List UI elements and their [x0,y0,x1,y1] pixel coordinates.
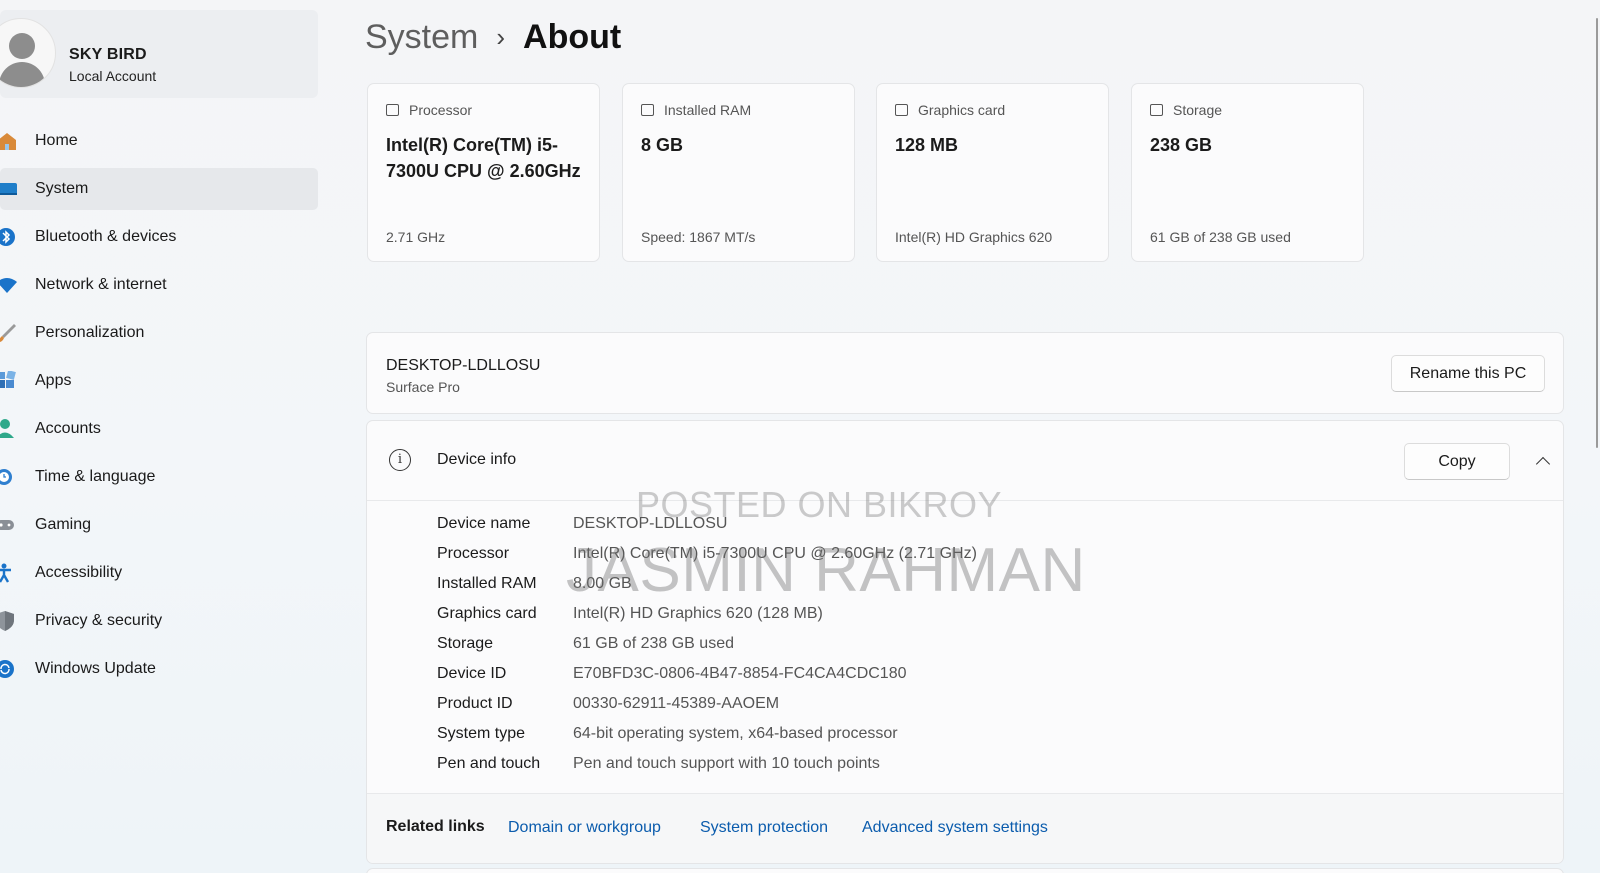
sidebar-item-privacy[interactable]: Privacy & security [0,600,318,642]
link-domain-workgroup[interactable]: Domain or workgroup [508,819,661,837]
spec-key: Processor [437,545,510,562]
sidebar-item-home[interactable]: Home [0,120,318,162]
related-links: Related links Domain or workgroup System… [367,793,1563,863]
card-value: Intel(R) Core(TM) i5-7300U CPU @ 2.60GHz [386,135,581,181]
watermark-line-2: JASMIN RAHMAN [566,536,1086,605]
home-icon [0,133,16,150]
link-advanced-system-settings[interactable]: Advanced system settings [862,819,1048,837]
sidebar-item-label: Apps [35,372,72,389]
shield-icon [0,611,14,631]
user-profile[interactable]: SKY BIRD Local Account [0,10,318,98]
system-icon [0,183,17,195]
spec-key: Installed RAM [437,575,537,592]
person-icon [0,419,14,438]
sidebar-item-label: Personalization [35,324,145,341]
avatar [0,18,56,88]
graphics-card-icon [895,104,908,116]
spec-key: Device ID [437,665,507,682]
sidebar: SKY BIRD Local Account Home System Bluet… [0,0,320,873]
copy-button[interactable]: Copy [1404,443,1510,480]
spec-key: Product ID [437,695,513,712]
graphics-card-card: Graphics card 128 MB Intel(R) HD Graphic… [876,83,1109,262]
sidebar-item-system[interactable]: System [0,168,318,210]
sidebar-item-label: Privacy & security [35,612,163,629]
breadcrumb: System › About [365,18,621,57]
sidebar-item-label: Windows Update [35,660,156,677]
bluetooth-icon [0,228,15,246]
device-info-title: Device info [437,451,517,468]
storage-card: Storage 238 GB 61 GB of 238 GB used [1131,83,1364,262]
sidebar-item-label: Network & internet [35,276,167,293]
sidebar-nav: Home System Bluetooth & devices Network … [0,120,318,696]
processor-card: Processor Intel(R) Core(TM) i5-7300U CPU… [367,83,600,262]
sidebar-item-label: Home [35,132,78,149]
pc-name-section: DESKTOP-LDLLOSU Surface Pro Rename this … [366,332,1564,414]
spec-value: 64-bit operating system, x64-based proce… [573,725,898,742]
update-icon [0,660,14,678]
related-links-label: Related links [386,818,485,835]
sidebar-item-accounts[interactable]: Accounts [0,408,318,450]
storage-icon [1150,104,1163,116]
card-caption: Graphics card [918,102,1006,118]
accessibility-icon [0,563,11,583]
spec-value: 61 GB of 238 GB used [573,635,734,652]
sidebar-item-bluetooth[interactable]: Bluetooth & devices [0,216,318,258]
sidebar-item-label: Accounts [35,420,101,437]
spec-key: Storage [437,635,494,652]
sidebar-item-label: Bluetooth & devices [35,228,177,245]
spec-value: 00330-62911-45389-AAOEM [573,695,780,712]
chevron-right-icon: › [496,22,506,52]
card-footer: Intel(R) HD Graphics 620 [895,229,1053,245]
card-caption: Installed RAM [664,102,752,118]
gamepad-icon [0,520,14,530]
pc-name: DESKTOP-LDLLOSU [386,357,541,374]
wifi-icon [0,278,17,293]
spec-value: Intel(R) HD Graphics 620 (128 MB) [573,605,823,622]
processor-icon [386,104,399,116]
page-title: About [523,18,622,56]
sidebar-item-time-language[interactable]: Time & language [0,456,318,498]
sidebar-item-label: Time & language [35,468,156,485]
card-value: 238 GB [1150,135,1213,155]
breadcrumb-parent[interactable]: System [365,18,478,57]
card-value: 128 MB [895,135,959,155]
chevron-up-icon[interactable] [1531,449,1555,473]
ram-icon [641,104,654,116]
sidebar-item-personalization[interactable]: Personalization [0,312,318,354]
apps-icon [0,371,16,388]
sidebar-item-label: System [35,180,89,197]
account-type: Local Account [69,68,157,84]
card-caption: Processor [409,102,473,118]
sidebar-item-label: Accessibility [35,564,123,581]
ram-card: Installed RAM 8 GB Speed: 1867 MT/s [622,83,855,262]
card-value: 8 GB [641,135,684,155]
sidebar-item-network[interactable]: Network & internet [0,264,318,306]
clock-globe-icon [0,469,12,485]
info-icon: i [389,449,411,471]
card-footer: 2.71 GHz [386,229,446,245]
sidebar-item-label: Gaming [35,516,92,533]
spec-key: System type [437,725,526,742]
sidebar-item-windows-update[interactable]: Windows Update [0,648,318,690]
sidebar-item-apps[interactable]: Apps [0,360,318,402]
watermark-line-1: POSTED ON BIKROY [636,484,1003,525]
rename-pc-button[interactable]: Rename this PC [1391,355,1545,392]
spec-value: Pen and touch support with 10 touch poin… [573,755,880,772]
spec-value: E70BFD3C-0806-4B47-8854-FC4CA4CDC180 [573,665,907,682]
spec-key: Device name [437,515,531,532]
next-section-card [366,868,1564,873]
scrollbar[interactable] [1596,18,1598,448]
card-footer: 61 GB of 238 GB used [1150,229,1291,245]
brush-icon [0,324,16,342]
sidebar-item-accessibility[interactable]: Accessibility [0,552,318,594]
card-caption: Storage [1173,102,1223,118]
spec-key: Pen and touch [437,755,541,772]
user-name: SKY BIRD [69,46,147,63]
link-system-protection[interactable]: System protection [700,819,828,837]
spec-key: Graphics card [437,605,537,622]
pc-model: Surface Pro [386,379,460,395]
card-footer: Speed: 1867 MT/s [641,229,756,245]
sidebar-item-gaming[interactable]: Gaming [0,504,318,546]
